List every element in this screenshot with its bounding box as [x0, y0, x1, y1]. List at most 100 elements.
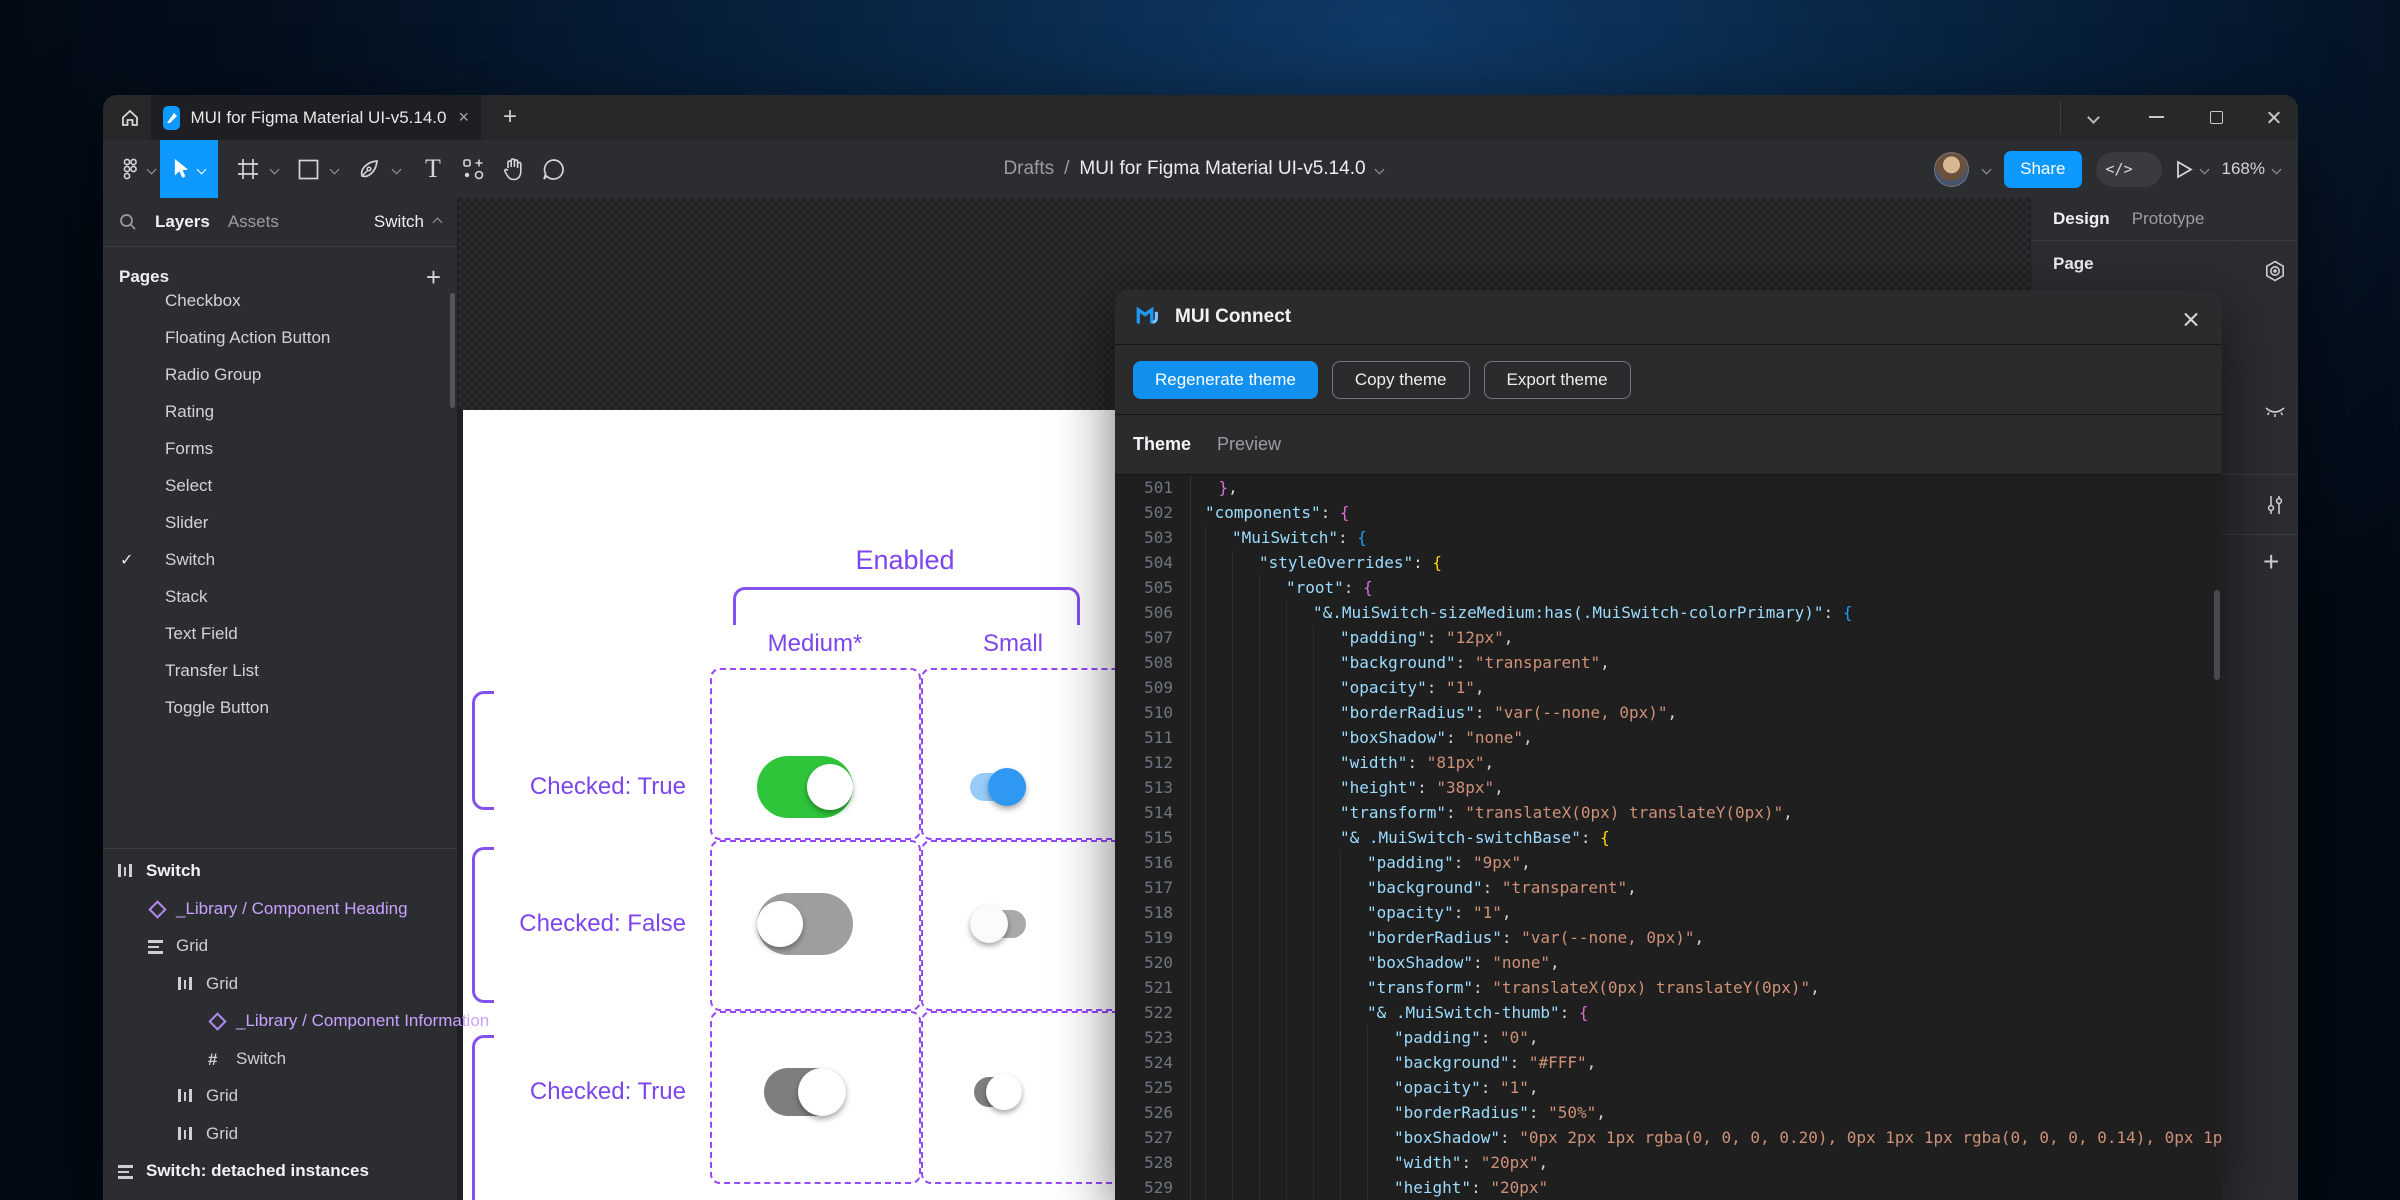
layer-item[interactable]: Switch: [103, 853, 457, 891]
window-maximize-button[interactable]: [2199, 103, 2233, 131]
play-icon[interactable]: [2176, 160, 2193, 179]
avatar-chevron-icon[interactable]: [1982, 164, 1992, 174]
layer-item[interactable]: _Library / Component Information: [103, 1003, 457, 1041]
line-number: 516: [1115, 850, 1173, 875]
code-scrollbar[interactable]: [2214, 590, 2220, 680]
page-item[interactable]: ✓Switch: [103, 541, 457, 578]
new-tab-button[interactable]: +: [495, 102, 525, 132]
page-item[interactable]: Rating: [103, 393, 457, 430]
code-line: 528"width": "20px",: [1115, 1150, 2222, 1175]
bars-v-icon: [178, 1125, 198, 1145]
check-icon: ✓: [120, 550, 133, 570]
hand-tool-button[interactable]: [495, 140, 531, 198]
move-tool-button[interactable]: [160, 140, 218, 198]
selection-label: Switch: [374, 212, 424, 232]
text-tool-button[interactable]: T: [415, 140, 451, 198]
tab-layers[interactable]: Layers: [155, 212, 210, 232]
zoom-menu[interactable]: 168%: [2222, 159, 2280, 179]
home-icon[interactable]: [115, 103, 145, 133]
switch-thumb: [970, 905, 1008, 943]
dev-mode-toggle[interactable]: </>: [2096, 152, 2162, 187]
page-item[interactable]: Checkbox: [103, 282, 457, 319]
code-icon: </>: [2106, 160, 2133, 178]
layer-item-label: Grid: [206, 1124, 238, 1144]
page-item[interactable]: Stack: [103, 578, 457, 615]
dialog-close-button[interactable]: [2176, 304, 2204, 332]
window-minimize-button[interactable]: [2139, 103, 2173, 131]
search-icon[interactable]: [119, 213, 137, 231]
eye-closed-icon[interactable]: [2264, 403, 2286, 425]
pen-tool-chevron-icon[interactable]: [388, 140, 404, 198]
layer-item-label: Grid: [206, 974, 238, 994]
line-number: 501: [1115, 475, 1173, 500]
tab-close-icon[interactable]: ×: [458, 107, 469, 128]
layer-item[interactable]: Switch: detached instances: [103, 1153, 457, 1191]
page-item[interactable]: Slider: [103, 504, 457, 541]
main-menu-chevron-icon[interactable]: [143, 140, 159, 198]
switch-thumb: [798, 1068, 846, 1116]
share-button[interactable]: Share: [2004, 151, 2081, 188]
window-menu-chevron-icon[interactable]: [2076, 103, 2110, 131]
tab-prototype[interactable]: Prototype: [2132, 209, 2205, 229]
page-item[interactable]: Transfer List: [103, 652, 457, 689]
pages-scrollbar[interactable]: [450, 293, 455, 408]
canvas-row-bracket: [472, 847, 494, 1003]
active-file-tab[interactable]: MUI for Figma Material UI-v5.14.0 ×: [151, 95, 481, 140]
pen-tool-button[interactable]: [351, 140, 387, 198]
breadcrumb-folder[interactable]: Drafts: [1003, 158, 1054, 180]
layer-item[interactable]: #Switch: [103, 1041, 457, 1079]
divider: [2223, 534, 2298, 535]
tab-bar: MUI for Figma Material UI-v5.14.0 × +: [103, 95, 2298, 140]
code-line: 517"background": "transparent",: [1115, 875, 2222, 900]
theme-code-editor[interactable]: 501},502"components": {503"MuiSwitch": {…: [1115, 475, 2222, 1200]
code-line: 522"& .MuiSwitch-thumb": {: [1115, 1000, 2222, 1025]
tab-theme[interactable]: Theme: [1133, 434, 1191, 455]
toolbar: T Drafts / MUI for Figma Material UI-v5.…: [103, 140, 2298, 198]
page-item-label: Floating Action Button: [165, 328, 330, 348]
page-item[interactable]: Floating Action Button: [103, 319, 457, 356]
canvas-column-label: Medium*: [740, 630, 890, 658]
tab-title: MUI for Figma Material UI-v5.14.0: [190, 108, 446, 128]
line-number: 508: [1115, 650, 1173, 675]
code-line: 507"padding": "12px",: [1115, 625, 2222, 650]
shape-tool-button[interactable]: [291, 140, 325, 198]
styles-icon[interactable]: [2264, 260, 2286, 282]
frame-tool-button[interactable]: [231, 140, 265, 198]
layer-item[interactable]: Grid: [103, 966, 457, 1004]
page-item[interactable]: Toggle Button: [103, 689, 457, 726]
line-number: 509: [1115, 675, 1173, 700]
layer-item-label: Switch: [146, 861, 201, 881]
breadcrumb-file[interactable]: MUI for Figma Material UI-v5.14.0: [1079, 158, 1365, 180]
dialog-tabs: Theme Preview: [1115, 415, 2222, 475]
page-item[interactable]: Forms: [103, 430, 457, 467]
frame-tool-chevron-icon[interactable]: [266, 140, 282, 198]
export-theme-button[interactable]: Export theme: [1484, 361, 1631, 399]
page-item[interactable]: Select: [103, 467, 457, 504]
add-icon[interactable]: +: [2263, 546, 2279, 578]
page-item[interactable]: Text Field: [103, 615, 457, 652]
sliders-icon[interactable]: [2264, 494, 2286, 516]
play-chevron-icon[interactable]: [2199, 164, 2209, 174]
page-item[interactable]: Radio Group: [103, 356, 457, 393]
selection-dropdown[interactable]: Switch: [374, 212, 441, 232]
regenerate-theme-button[interactable]: Regenerate theme: [1133, 361, 1318, 399]
breadcrumb-chevron-icon[interactable]: [1374, 164, 1384, 174]
tab-preview[interactable]: Preview: [1217, 434, 1281, 455]
code-line: 525"opacity": "1",: [1115, 1075, 2222, 1100]
code-line: 502"components": {: [1115, 500, 2222, 525]
avatar[interactable]: [1934, 152, 1969, 187]
layer-item[interactable]: Grid: [103, 1116, 457, 1154]
copy-theme-button[interactable]: Copy theme: [1332, 361, 1470, 399]
actions-tool-button[interactable]: [455, 140, 491, 198]
bars-v-icon: [178, 1087, 198, 1107]
tab-design[interactable]: Design: [2053, 209, 2110, 229]
comment-tool-button[interactable]: [535, 140, 571, 198]
layer-item[interactable]: Grid: [103, 1078, 457, 1116]
layer-item[interactable]: Grid: [103, 928, 457, 966]
layer-item[interactable]: _Library / Component Heading: [103, 891, 457, 929]
tab-assets[interactable]: Assets: [228, 212, 279, 232]
layer-item[interactable]: Switch: notifications control: [103, 1191, 457, 1200]
window-close-button[interactable]: [2256, 103, 2290, 131]
line-number: 503: [1115, 525, 1173, 550]
shape-tool-chevron-icon[interactable]: [326, 140, 342, 198]
